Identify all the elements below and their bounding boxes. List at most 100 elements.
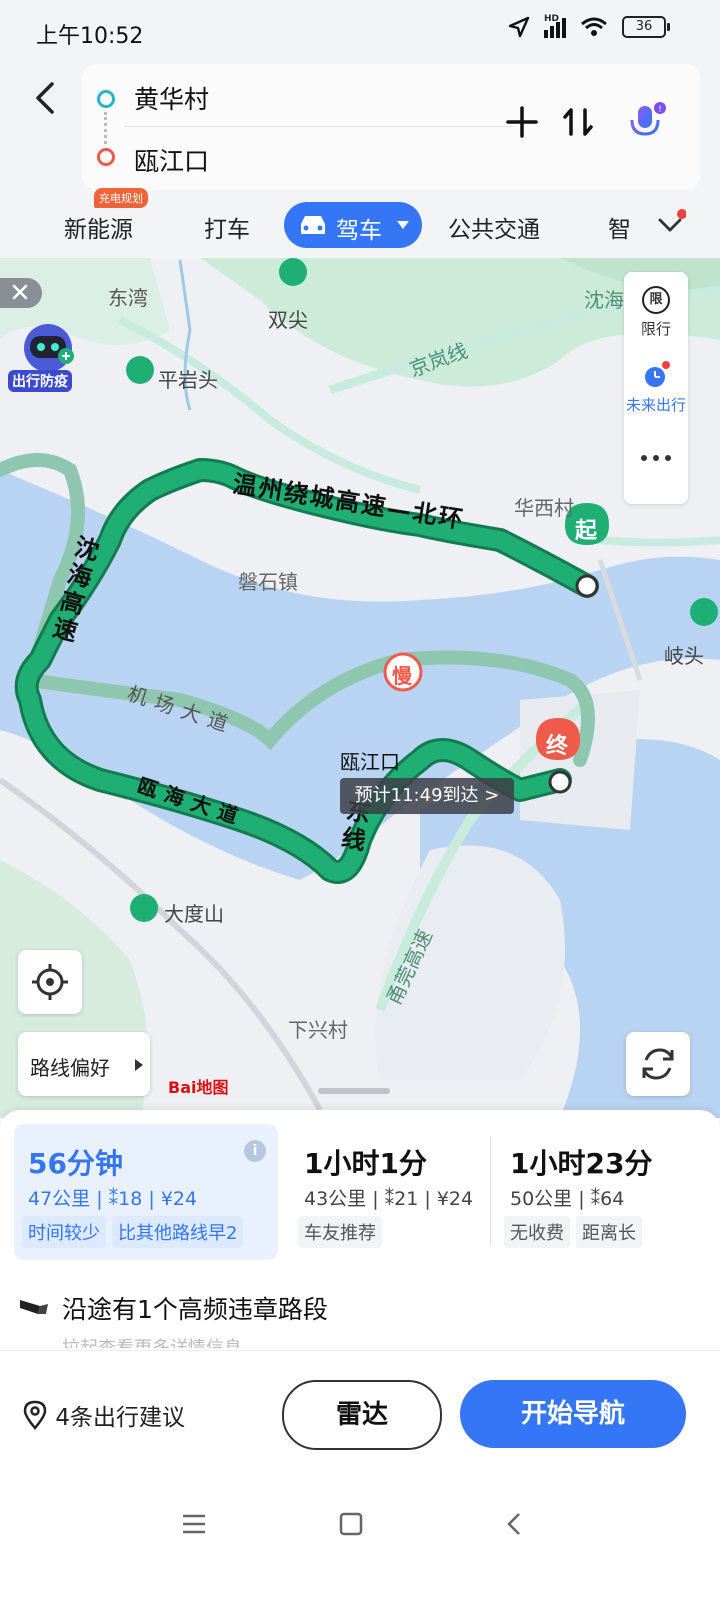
route-distance: 50公里 (510, 1188, 573, 1210)
sheet-drag-handle[interactable] (318, 1088, 390, 1094)
route-tag: 无收费 (504, 1216, 570, 1248)
map-view[interactable]: 东湾 双尖 平岩头 京岚线 沈海 华西村 磐石镇 岐头 机场大道 瓯江口 瓯海大… (0, 258, 720, 1118)
more-tabs-chevron-icon[interactable] (654, 208, 686, 240)
route-cost: ¥24 (160, 1188, 198, 1210)
tab-new-energy[interactable]: 新能源 (64, 210, 133, 244)
route-tag: 距离长 (576, 1216, 642, 1248)
map-label-dadushan: 大度山 (164, 902, 224, 926)
route-tag: 比其他路线早2 (112, 1216, 244, 1248)
swap-icon[interactable] (560, 104, 596, 140)
route-divider (490, 1136, 491, 1246)
travel-suggestions-button[interactable]: 4条出行建议 (22, 1398, 185, 1432)
future-travel-label: 未来出行 (625, 396, 686, 414)
crosshair-icon (32, 964, 68, 1000)
add-waypoint-icon[interactable] (504, 104, 540, 140)
map-label-huaxicun: 华西村 (514, 496, 574, 520)
route-tag: 时间较少 (22, 1216, 106, 1248)
future-travel-button[interactable]: 未来出行 (624, 360, 688, 415)
end-marker: 终 (546, 734, 569, 759)
route-preference-button[interactable]: 路线偏好 (18, 1032, 150, 1096)
destination-field[interactable]: 瓯江口 (134, 142, 209, 178)
battery-icon: 36 (622, 16, 670, 38)
route-option-1[interactable]: 56分钟 47公里 | ⁑18 | ¥24 时间较少 比其他路线早2 (14, 1124, 278, 1260)
signal-icon: HD (544, 14, 566, 38)
voice-assistant-icon[interactable]: ! (624, 100, 668, 146)
status-time: 上午10:52 (36, 24, 144, 49)
tab-drive[interactable]: 驾车 (284, 202, 422, 248)
system-nav-bar (0, 1480, 720, 1600)
tab-smart[interactable]: 智 (608, 210, 631, 244)
info-icon[interactable]: i (244, 1140, 266, 1162)
route-tag: 车友推荐 (298, 1216, 382, 1248)
charging-plan-badge: 充电规划 (94, 188, 148, 208)
tab-drive-label: 驾车 (336, 218, 382, 244)
map-tools-panel: 限 限行 未来出行 (624, 272, 688, 504)
map-label-pingyantou: 平岩头 (158, 368, 218, 392)
back-arrow-icon[interactable] (30, 78, 62, 118)
violation-warning-text: 沿途有1个高频违章路段 (62, 1295, 328, 1324)
route-distance: 43公里 (304, 1188, 367, 1210)
home-icon[interactable] (338, 1511, 364, 1537)
origin-field[interactable]: 黄华村 (134, 80, 209, 116)
route-cost: ¥24 (436, 1188, 474, 1210)
slow-marker: 慢 (392, 664, 412, 688)
map-label-oujiangkou: 瓯江口 (340, 750, 400, 774)
route-time: 1小时1分 (304, 1147, 427, 1180)
restriction-button[interactable]: 限 限行 (624, 286, 688, 339)
route-time: 56分钟 (28, 1147, 123, 1180)
route-lights: 21 (394, 1188, 419, 1210)
refresh-route-button[interactable] (626, 1032, 690, 1096)
tab-public-transit[interactable]: 公共交通 (448, 210, 540, 244)
map-label-shuangjian: 双尖 (268, 308, 308, 332)
location-arrow-icon (508, 16, 530, 38)
map-label-panshi-town: 磐石镇 (238, 570, 298, 594)
network-type: HD (544, 14, 560, 24)
route-preference-label: 路线偏好 (30, 1056, 110, 1080)
route-time: 1小时23分 (510, 1147, 653, 1180)
eta-tag[interactable]: 预计11:49到达 > (340, 778, 514, 814)
close-icon (12, 284, 28, 300)
route-lights: 18 (118, 1188, 143, 1210)
traffic-light-icon: ⁑ (108, 1188, 119, 1210)
close-promo-button[interactable] (0, 278, 42, 308)
car-icon (301, 216, 325, 234)
restriction-icon: 限 (642, 286, 670, 314)
locate-button[interactable] (18, 950, 82, 1014)
menu-icon[interactable] (180, 1512, 208, 1536)
tab-taxi[interactable]: 打车 (204, 210, 250, 244)
route-meta: 47公里 | ⁑18 | ¥24 (28, 1188, 198, 1210)
traffic-light-icon: ⁑ (384, 1188, 395, 1210)
system-icons: HD 36 (508, 14, 670, 38)
violation-warning-subtext: 拉起查看更多详情信息 (62, 1334, 242, 1348)
caret-down-icon (397, 221, 409, 229)
promo-label[interactable]: 出行防疫 (8, 370, 72, 392)
route-meta: 43公里 | ⁑21 | ¥24 (304, 1188, 474, 1210)
route-connector (104, 112, 107, 144)
back-icon[interactable] (504, 1511, 524, 1537)
map-label-shenhai: 沈海 (584, 288, 624, 312)
field-divider (124, 126, 514, 127)
route-distance: 47公里 (28, 1188, 91, 1210)
more-dots-icon (641, 455, 671, 461)
svg-text:!: ! (658, 105, 662, 115)
restriction-label: 限行 (640, 320, 671, 338)
route-option-3[interactable]: 1小时23分 50公里 | ⁑64 无收费 距离长 (496, 1124, 696, 1260)
location-pin-icon (23, 1400, 47, 1430)
route-option-2[interactable]: 1小时1分 43公里 | ⁑21 | ¥24 车友推荐 (290, 1124, 486, 1260)
violation-warning[interactable]: 沿途有1个高频违章路段 (20, 1290, 328, 1326)
timer-icon (645, 361, 670, 387)
caret-right-icon (135, 1059, 143, 1071)
origin-dot-icon (97, 90, 115, 108)
map-canvas (0, 258, 720, 1118)
start-marker: 起 (575, 519, 598, 544)
wifi-icon (581, 17, 607, 36)
refresh-icon (642, 1048, 674, 1080)
route-lights: 64 (600, 1188, 625, 1210)
traffic-light-icon: ⁑ (590, 1188, 601, 1210)
destination-dot-icon (97, 148, 115, 166)
start-navigation-button[interactable]: 开始导航 (460, 1380, 686, 1448)
more-options-button[interactable] (624, 448, 688, 472)
radar-button[interactable]: 雷达 (282, 1380, 442, 1450)
map-label-dongwan: 东湾 (108, 286, 148, 310)
route-meta: 50公里 | ⁑64 (510, 1188, 625, 1210)
